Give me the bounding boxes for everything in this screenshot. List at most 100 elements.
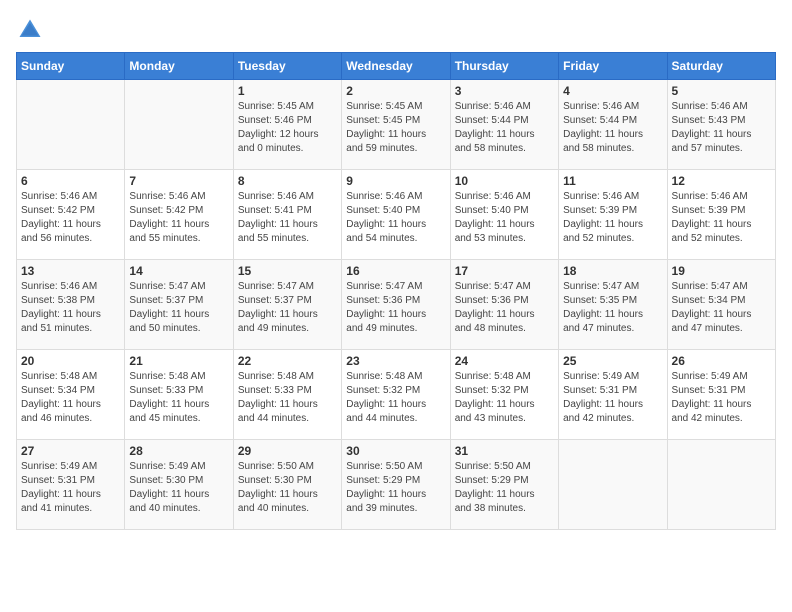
day-info: Sunrise: 5:48 AM Sunset: 5:33 PM Dayligh… bbox=[129, 370, 228, 426]
day-info: Sunrise: 5:47 AM Sunset: 5:35 PM Dayligh… bbox=[563, 280, 662, 336]
col-tuesday: Tuesday bbox=[233, 53, 341, 80]
day-cell: 27 Sunrise: 5:49 AM Sunset: 5:31 PM Dayli… bbox=[17, 440, 125, 530]
day-number: 4 bbox=[563, 84, 662, 98]
day-cell: 12 Sunrise: 5:46 AM Sunset: 5:39 PM Dayli… bbox=[667, 170, 775, 260]
day-number: 30 bbox=[346, 444, 445, 458]
day-info: Sunrise: 5:48 AM Sunset: 5:32 PM Dayligh… bbox=[455, 370, 554, 426]
day-number: 27 bbox=[21, 444, 120, 458]
day-number: 1 bbox=[238, 84, 337, 98]
day-cell: 17Sunrise: 5:47 AM Sunset: 5:36 PM Dayli… bbox=[450, 260, 558, 350]
col-thursday: Thursday bbox=[450, 53, 558, 80]
day-cell: 19 Sunrise: 5:47 AM Sunset: 5:34 PM Dayli… bbox=[667, 260, 775, 350]
day-cell: 21 Sunrise: 5:48 AM Sunset: 5:33 PM Dayli… bbox=[125, 350, 233, 440]
day-number: 5 bbox=[672, 84, 771, 98]
day-number: 25 bbox=[563, 354, 662, 368]
day-number: 6 bbox=[21, 174, 120, 188]
day-info: Sunrise: 5:48 AM Sunset: 5:32 PM Dayligh… bbox=[346, 370, 445, 426]
day-number: 12 bbox=[672, 174, 771, 188]
week-row-4: 20 Sunrise: 5:48 AM Sunset: 5:34 PM Dayli… bbox=[17, 350, 776, 440]
day-info: Sunrise: 5:46 AM Sunset: 5:41 PM Dayligh… bbox=[238, 190, 337, 246]
day-cell: 30 Sunrise: 5:50 AM Sunset: 5:29 PM Dayli… bbox=[342, 440, 450, 530]
day-info: Sunrise: 5:50 AM Sunset: 5:29 PM Dayligh… bbox=[346, 460, 445, 516]
day-cell: 29 Sunrise: 5:50 AM Sunset: 5:30 PM Dayli… bbox=[233, 440, 341, 530]
day-info: Sunrise: 5:49 AM Sunset: 5:31 PM Dayligh… bbox=[21, 460, 120, 516]
col-wednesday: Wednesday bbox=[342, 53, 450, 80]
day-cell: 15 Sunrise: 5:47 AM Sunset: 5:37 PM Dayli… bbox=[233, 260, 341, 350]
day-cell bbox=[559, 440, 667, 530]
day-number: 23 bbox=[346, 354, 445, 368]
day-number: 9 bbox=[346, 174, 445, 188]
day-number: 15 bbox=[238, 264, 337, 278]
day-number: 3 bbox=[455, 84, 554, 98]
day-cell: 11 Sunrise: 5:46 AM Sunset: 5:39 PM Dayli… bbox=[559, 170, 667, 260]
day-info: Sunrise: 5:46 AM Sunset: 5:40 PM Dayligh… bbox=[455, 190, 554, 246]
day-info: Sunrise: 5:45 AM Sunset: 5:46 PM Dayligh… bbox=[238, 100, 337, 156]
day-cell: 1 Sunrise: 5:45 AM Sunset: 5:46 PM Daylig… bbox=[233, 80, 341, 170]
week-row-2: 6 Sunrise: 5:46 AM Sunset: 5:42 PM Daylig… bbox=[17, 170, 776, 260]
day-info: Sunrise: 5:49 AM Sunset: 5:31 PM Dayligh… bbox=[672, 370, 771, 426]
day-info: Sunrise: 5:46 AM Sunset: 5:44 PM Dayligh… bbox=[455, 100, 554, 156]
day-number: 21 bbox=[129, 354, 228, 368]
day-number: 19 bbox=[672, 264, 771, 278]
day-number: 20 bbox=[21, 354, 120, 368]
day-cell bbox=[667, 440, 775, 530]
day-number: 17 bbox=[455, 264, 554, 278]
day-info: Sunrise: 5:47 AM Sunset: 5:34 PM Dayligh… bbox=[672, 280, 771, 336]
day-info: Sunrise: 5:48 AM Sunset: 5:34 PM Dayligh… bbox=[21, 370, 120, 426]
day-cell: 14 Sunrise: 5:47 AM Sunset: 5:37 PM Dayli… bbox=[125, 260, 233, 350]
day-cell: 31Sunrise: 5:50 AM Sunset: 5:29 PM Dayli… bbox=[450, 440, 558, 530]
day-info: Sunrise: 5:50 AM Sunset: 5:30 PM Dayligh… bbox=[238, 460, 337, 516]
day-info: Sunrise: 5:46 AM Sunset: 5:38 PM Dayligh… bbox=[21, 280, 120, 336]
day-cell: 13Sunrise: 5:46 AM Sunset: 5:38 PM Dayli… bbox=[17, 260, 125, 350]
logo bbox=[16, 16, 48, 44]
calendar-body: 1 Sunrise: 5:45 AM Sunset: 5:46 PM Daylig… bbox=[17, 80, 776, 530]
day-cell: 20 Sunrise: 5:48 AM Sunset: 5:34 PM Dayli… bbox=[17, 350, 125, 440]
col-friday: Friday bbox=[559, 53, 667, 80]
col-sunday: Sunday bbox=[17, 53, 125, 80]
day-info: Sunrise: 5:46 AM Sunset: 5:40 PM Dayligh… bbox=[346, 190, 445, 246]
day-cell: 6 Sunrise: 5:46 AM Sunset: 5:42 PM Daylig… bbox=[17, 170, 125, 260]
day-cell bbox=[125, 80, 233, 170]
day-cell: 2 Sunrise: 5:45 AM Sunset: 5:45 PM Daylig… bbox=[342, 80, 450, 170]
day-info: Sunrise: 5:47 AM Sunset: 5:37 PM Dayligh… bbox=[238, 280, 337, 336]
day-cell: 18 Sunrise: 5:47 AM Sunset: 5:35 PM Dayli… bbox=[559, 260, 667, 350]
calendar-header: Sunday Monday Tuesday Wednesday Thursday… bbox=[17, 53, 776, 80]
day-info: Sunrise: 5:46 AM Sunset: 5:42 PM Dayligh… bbox=[129, 190, 228, 246]
day-cell: 23 Sunrise: 5:48 AM Sunset: 5:32 PM Dayli… bbox=[342, 350, 450, 440]
week-row-1: 1 Sunrise: 5:45 AM Sunset: 5:46 PM Daylig… bbox=[17, 80, 776, 170]
day-info: Sunrise: 5:47 AM Sunset: 5:36 PM Dayligh… bbox=[346, 280, 445, 336]
day-cell: 4 Sunrise: 5:46 AM Sunset: 5:44 PM Daylig… bbox=[559, 80, 667, 170]
day-info: Sunrise: 5:46 AM Sunset: 5:39 PM Dayligh… bbox=[672, 190, 771, 246]
day-cell: 26 Sunrise: 5:49 AM Sunset: 5:31 PM Dayli… bbox=[667, 350, 775, 440]
day-number: 26 bbox=[672, 354, 771, 368]
day-info: Sunrise: 5:46 AM Sunset: 5:42 PM Dayligh… bbox=[21, 190, 120, 246]
day-info: Sunrise: 5:46 AM Sunset: 5:39 PM Dayligh… bbox=[563, 190, 662, 246]
day-cell bbox=[17, 80, 125, 170]
day-number: 8 bbox=[238, 174, 337, 188]
day-cell: 16Sunrise: 5:47 AM Sunset: 5:36 PM Dayli… bbox=[342, 260, 450, 350]
day-number: 2 bbox=[346, 84, 445, 98]
day-number: 29 bbox=[238, 444, 337, 458]
day-number: 11 bbox=[563, 174, 662, 188]
day-info: Sunrise: 5:49 AM Sunset: 5:31 PM Dayligh… bbox=[563, 370, 662, 426]
week-row-5: 27 Sunrise: 5:49 AM Sunset: 5:31 PM Dayli… bbox=[17, 440, 776, 530]
day-cell: 8 Sunrise: 5:46 AM Sunset: 5:41 PM Daylig… bbox=[233, 170, 341, 260]
day-number: 14 bbox=[129, 264, 228, 278]
day-cell: 24Sunrise: 5:48 AM Sunset: 5:32 PM Dayli… bbox=[450, 350, 558, 440]
day-cell: 28Sunrise: 5:49 AM Sunset: 5:30 PM Dayli… bbox=[125, 440, 233, 530]
day-cell: 3 Sunrise: 5:46 AM Sunset: 5:44 PM Daylig… bbox=[450, 80, 558, 170]
day-number: 28 bbox=[129, 444, 228, 458]
day-number: 18 bbox=[563, 264, 662, 278]
day-cell: 9 Sunrise: 5:46 AM Sunset: 5:40 PM Daylig… bbox=[342, 170, 450, 260]
day-cell: 7 Sunrise: 5:46 AM Sunset: 5:42 PM Daylig… bbox=[125, 170, 233, 260]
day-info: Sunrise: 5:47 AM Sunset: 5:37 PM Dayligh… bbox=[129, 280, 228, 336]
col-saturday: Saturday bbox=[667, 53, 775, 80]
day-info: Sunrise: 5:46 AM Sunset: 5:44 PM Dayligh… bbox=[563, 100, 662, 156]
day-info: Sunrise: 5:45 AM Sunset: 5:45 PM Dayligh… bbox=[346, 100, 445, 156]
logo-icon bbox=[16, 16, 44, 44]
day-number: 7 bbox=[129, 174, 228, 188]
week-row-3: 13Sunrise: 5:46 AM Sunset: 5:38 PM Dayli… bbox=[17, 260, 776, 350]
day-info: Sunrise: 5:46 AM Sunset: 5:43 PM Dayligh… bbox=[672, 100, 771, 156]
day-info: Sunrise: 5:50 AM Sunset: 5:29 PM Dayligh… bbox=[455, 460, 554, 516]
day-cell: 10Sunrise: 5:46 AM Sunset: 5:40 PM Dayli… bbox=[450, 170, 558, 260]
